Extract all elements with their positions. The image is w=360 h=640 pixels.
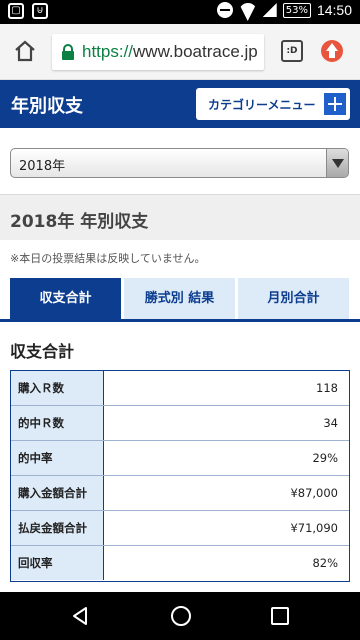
lock-icon (62, 44, 74, 60)
signal-icon (262, 3, 277, 17)
row-value: ¥71,090 (290, 521, 338, 535)
table-row: 購入金額合計 ¥87,000 (11, 476, 349, 511)
browser-toolbar: https://www.boatrace.jp :D (0, 24, 360, 80)
wifi-icon (239, 3, 257, 17)
row-label: 払戻金額合計 (11, 511, 104, 545)
row-label: 的中率 (11, 441, 104, 475)
url-scheme: https:// (82, 42, 134, 61)
row-value: 118 (316, 381, 338, 395)
table-row: 的中率 29% (11, 441, 349, 476)
update-icon[interactable] (321, 40, 343, 62)
summary-table: 購入Ｒ数 118 的中Ｒ数 34 的中率 29% 購入金額合計 ¥87,000 … (10, 370, 350, 582)
year-select[interactable]: 2018年 (10, 148, 349, 178)
do-not-disturb-icon (216, 2, 233, 18)
section-header: 2018年 年別収支 (0, 194, 360, 240)
category-menu-label: カテゴリーメニュー (208, 98, 316, 112)
row-value: ¥87,000 (290, 486, 338, 500)
navigation-bar (0, 592, 360, 640)
row-value: 82% (312, 556, 338, 570)
row-label: 購入金額合計 (11, 476, 104, 510)
page-header: 年別収支 カテゴリーメニュー (0, 80, 360, 128)
tab-bar: 収支合計 勝式別 結果 月別合計 (10, 278, 349, 319)
app-notification-icon: ⊍ (32, 3, 48, 19)
clock: 14:50 (316, 2, 352, 18)
tab-monthly[interactable]: 月別合計 (238, 278, 349, 319)
notice-text: ※本日の投票結果は反映していません。 (10, 252, 206, 265)
plus-icon (324, 93, 346, 115)
page-title: 年別収支 (11, 96, 83, 117)
section-title: 2018年 年別収支 (10, 212, 149, 232)
chevron-down-icon (326, 149, 348, 177)
notification-icons: ▢ ⊍ (8, 3, 48, 19)
address-bar[interactable]: https://www.boatrace.jp (52, 34, 264, 70)
system-icons: 53% 14:50 (216, 2, 352, 18)
row-label: 購入Ｒ数 (11, 371, 104, 405)
table-row: 購入Ｒ数 118 (11, 371, 349, 406)
back-icon[interactable] (70, 606, 90, 626)
tab-switcher-button[interactable]: :D (281, 40, 303, 62)
tab-total[interactable]: 収支合計 (10, 278, 121, 319)
recent-apps-icon[interactable] (271, 607, 289, 625)
row-label: 的中Ｒ数 (11, 406, 104, 440)
status-bar: ▢ ⊍ 53% 14:50 (0, 0, 360, 24)
screen: ▢ ⊍ 53% 14:50 https://www.boatrace.jp :D (0, 0, 360, 640)
tab-by-bet-type[interactable]: 勝式別 結果 (124, 278, 235, 319)
notification-icon: ▢ (8, 3, 24, 19)
category-menu-button[interactable]: カテゴリーメニュー (196, 88, 350, 120)
table-row: 的中Ｒ数 34 (11, 406, 349, 441)
year-select-area: 2018年 (0, 128, 360, 194)
url-host: www.boatrace.jp (133, 42, 258, 61)
row-value: 34 (323, 416, 338, 430)
tab-underline (0, 319, 360, 322)
year-select-value: 2018年 (19, 159, 66, 174)
home-nav-icon[interactable] (171, 606, 191, 626)
page-bottom (0, 582, 360, 592)
home-icon[interactable] (12, 38, 38, 64)
row-label: 回収率 (11, 546, 104, 580)
table-row: 払戻金額合計 ¥71,090 (11, 511, 349, 546)
battery-indicator: 53% (282, 2, 311, 18)
table-row: 回収率 82% (11, 546, 349, 581)
url-text: https://www.boatrace.jp (82, 42, 258, 62)
summary-title: 収支合計 (10, 342, 75, 361)
row-value: 29% (312, 451, 338, 465)
